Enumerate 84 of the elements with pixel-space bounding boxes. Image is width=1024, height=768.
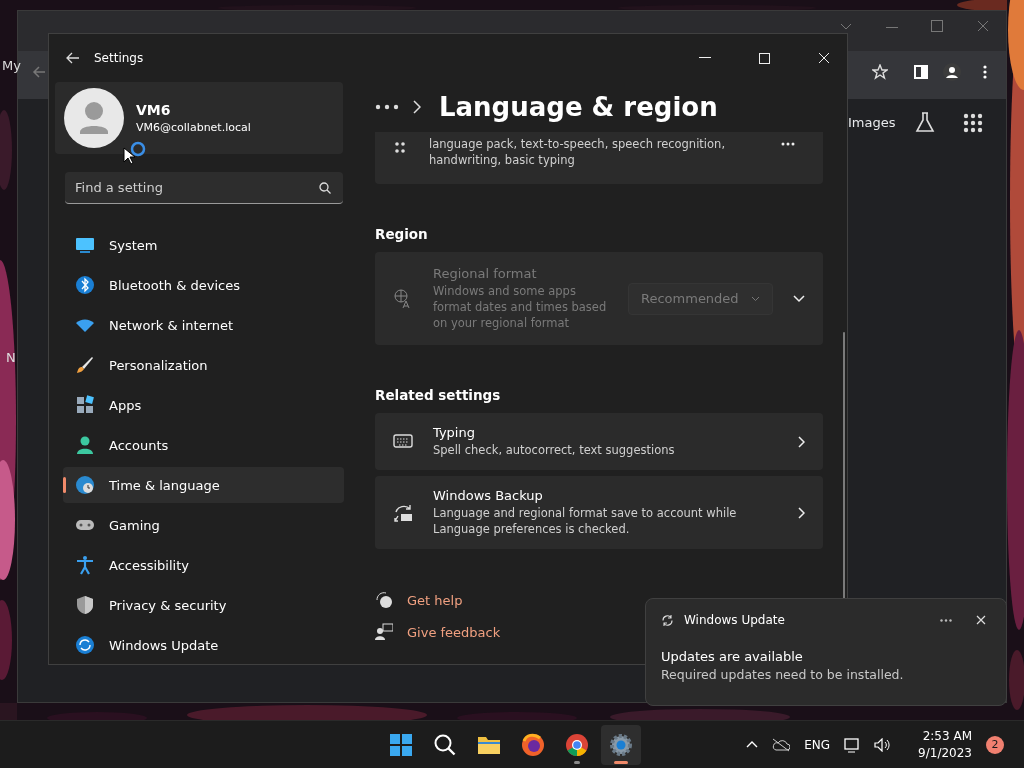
notification-title: Updates are available — [661, 649, 804, 664]
chevron-down-icon — [750, 295, 760, 302]
chevron-up-icon[interactable] — [746, 741, 759, 748]
sync-icon — [75, 635, 95, 655]
search-icon — [319, 182, 331, 194]
volume-icon[interactable] — [874, 737, 891, 752]
cursor-icon — [123, 147, 135, 165]
accessibility-icon — [75, 555, 95, 575]
nav-item[interactable]: Personalization — [63, 347, 344, 383]
nav-item[interactable]: Accounts — [63, 427, 344, 463]
nav-item[interactable]: Bluetooth & devices — [63, 267, 344, 303]
notification-text: Required updates need to be installed. — [661, 667, 905, 682]
sync-icon — [661, 613, 674, 627]
drag-handle-icon — [395, 141, 405, 155]
brush-icon — [75, 355, 95, 375]
language-indicator[interactable]: ENG — [804, 737, 831, 752]
chevron-right-icon — [798, 506, 805, 519]
more-icon[interactable] — [781, 142, 795, 146]
side-panel-icon[interactable] — [914, 65, 928, 79]
avatar-icon — [64, 88, 124, 148]
notification[interactable]: Windows Update Updates are available Required updates need to be installed. — [645, 598, 1007, 706]
start-icon — [389, 732, 413, 757]
sync-monitor-icon — [393, 502, 413, 523]
shield-icon — [75, 595, 95, 615]
more-icon[interactable] — [940, 618, 952, 622]
gear-icon — [609, 732, 633, 757]
section-heading: Related settings — [375, 387, 502, 403]
help-link[interactable]: Give feedback — [407, 624, 501, 640]
card-description: language pack, text-to-speech, speech recognition, handwriting, basic typing — [429, 136, 727, 168]
nav-item[interactable]: Gaming — [63, 507, 344, 543]
profile-icon[interactable] — [943, 63, 961, 81]
chevron-right-icon — [413, 100, 421, 114]
card-description: Spell check, autocorrect, text suggestions — [433, 442, 676, 458]
user-email: VM6@collabnet.local — [136, 121, 251, 134]
clock-time[interactable]: 2:53 AM — [918, 727, 972, 745]
nav-item[interactable]: Windows Update — [63, 627, 344, 663]
menu-icon[interactable] — [983, 65, 987, 79]
apps-icon — [75, 395, 95, 415]
notification-badge[interactable]: 2 — [986, 735, 1004, 754]
user-name: VM6 — [136, 102, 172, 118]
nav-item[interactable]: Accessibility — [63, 547, 344, 583]
window-title: Settings — [94, 51, 144, 65]
chevron-down-icon — [840, 23, 852, 31]
firefox-icon — [521, 732, 545, 757]
nav-item[interactable]: Network & internet — [63, 307, 344, 343]
taskbar-app[interactable] — [601, 724, 641, 765]
loading-icon — [130, 141, 146, 157]
help-link[interactable]: Get help — [407, 592, 463, 608]
profile-card[interactable]: VM6 VM6@collabnet.local — [55, 82, 343, 154]
nav-item[interactable]: System — [63, 227, 344, 263]
network-icon[interactable] — [844, 736, 861, 753]
chevron-right-icon — [798, 435, 805, 448]
card-title: Regional format — [433, 266, 538, 281]
clock-date[interactable]: 9/1/2023 — [918, 744, 972, 762]
chrome-icon — [565, 732, 589, 757]
person-icon — [75, 435, 95, 455]
running-indicator — [574, 760, 580, 764]
card-description: Windows and some apps format dates and times based on your regional format — [433, 283, 608, 331]
bluetooth-icon — [75, 275, 95, 295]
card-title: Typing — [433, 425, 476, 440]
running-indicator — [614, 760, 628, 764]
images-link[interactable]: Images — [848, 115, 896, 130]
selection-indicator — [63, 477, 66, 493]
section-heading: Region — [375, 226, 429, 242]
search-field[interactable]: Find a setting — [65, 172, 343, 204]
minimize-icon[interactable] — [699, 57, 711, 59]
cloud-off-icon[interactable] — [772, 737, 791, 752]
flask-icon[interactable] — [914, 111, 936, 133]
more-icon[interactable] — [375, 104, 399, 110]
page-title: Language & region — [439, 92, 718, 122]
nav-item[interactable]: Privacy & security — [63, 587, 344, 623]
monitor-icon — [75, 235, 95, 255]
settings-card[interactable]: Windows Backup Language and regional format save to account while Language preferences is checked. — [375, 476, 823, 549]
search-icon — [433, 732, 457, 757]
settings-card[interactable]: Typing Spell check, autocorrect, text suggestions — [375, 413, 823, 470]
nav-item[interactable]: Time & language — [63, 467, 344, 503]
nav-item[interactable]: Apps — [63, 387, 344, 423]
card-description: Language and regional format save to account while Language preferences is checked. — [433, 505, 738, 537]
star-icon[interactable] — [872, 64, 888, 80]
app-name: Windows Update — [684, 613, 785, 627]
card-title: Windows Backup — [433, 488, 544, 503]
globe-clock-icon — [75, 475, 95, 495]
feedback-icon — [375, 623, 393, 641]
apps-grid-icon[interactable] — [963, 113, 983, 133]
